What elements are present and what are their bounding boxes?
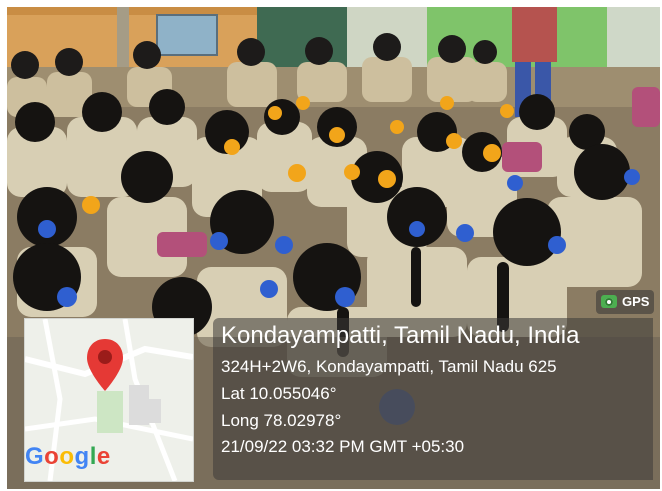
location-address: 324H+2W6, Kondayampatti, Tamil Nadu 625 bbox=[221, 357, 557, 376]
image-frame: GPS Google Kondayampatti, Tamil Nadu, In… bbox=[0, 0, 662, 491]
map-thumbnail: Google bbox=[24, 318, 194, 482]
gps-camera-icon bbox=[601, 295, 617, 308]
gps-badge-label: GPS bbox=[622, 294, 650, 309]
gps-badge: GPS bbox=[596, 290, 654, 314]
timestamp-text: 21/09/22 03:32 PM GMT +05:30 bbox=[221, 437, 465, 456]
map-pin-icon bbox=[87, 339, 123, 391]
latitude-text: Lat 10.055046° bbox=[221, 384, 337, 403]
google-logo: Google bbox=[25, 443, 111, 470]
longitude-text: Long 78.02978° bbox=[221, 411, 342, 430]
location-title: Kondayampatti, Tamil Nadu, India bbox=[221, 322, 580, 349]
